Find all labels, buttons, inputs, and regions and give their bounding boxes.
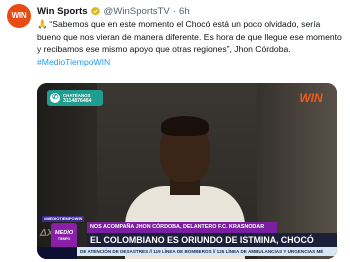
tweet[interactable]: WIN Win Sports @WinSportsTV · 6h 🙏 “Sabe… — [0, 0, 350, 262]
ticker-left-block — [37, 247, 77, 259]
medio-tiempo-logo: MEDIO TIEMPO — [51, 223, 77, 249]
whatsapp-icon: ✆ — [50, 93, 60, 103]
win-corner-logo-icon: WIN — [299, 91, 323, 105]
person-hair — [161, 116, 209, 136]
author-name[interactable]: Win Sports — [37, 6, 88, 17]
tweet-quote: “Sabemos que en este momento el Chocó es… — [37, 19, 342, 55]
author-handle[interactable]: @WinSportsTV — [104, 6, 170, 17]
win-sports-logo: WIN — [11, 11, 27, 20]
news-ticker: DE ATENCIÓN DE DESASTRES // 119 LÍNEA DE… — [77, 247, 337, 256]
praying-hands-icon: 🙏 — [37, 19, 48, 29]
video-thumbnail[interactable]: ✆ CHATÉANOS 3114876464 WIN #MEDIOTIEMPOW… — [37, 83, 337, 259]
whatsapp-chat-badge: ✆ CHATÉANOS 3114876464 — [47, 90, 103, 106]
verified-gold-icon — [90, 6, 100, 16]
timestamp[interactable]: 6h — [179, 6, 190, 17]
chat-badge-number: 3114876464 — [63, 97, 92, 104]
hashtag-link[interactable]: #MedioTiempoWIN — [37, 56, 342, 69]
avatar[interactable]: WIN — [7, 4, 31, 28]
tweet-text: 🙏 “Sabemos que en este momento el Chocó … — [37, 18, 342, 68]
show-logo-line2: TIEMPO — [57, 237, 71, 241]
win-corner-logo-text: WIN — [299, 91, 323, 105]
lower-third-subtitle: NOS ACOMPAÑA JHON CÓRDOBA, DELANTERO F.C… — [87, 222, 277, 233]
lower-third-headline: EL COLOMBIANO ES ORIUNDO DE ISTMINA, CHO… — [87, 233, 337, 247]
separator-dot: · — [172, 5, 176, 17]
hashtag-tag: #MEDIOTIEMPOWIN — [42, 216, 85, 222]
tweet-header: Win Sports @WinSportsTV · 6h — [37, 4, 190, 18]
